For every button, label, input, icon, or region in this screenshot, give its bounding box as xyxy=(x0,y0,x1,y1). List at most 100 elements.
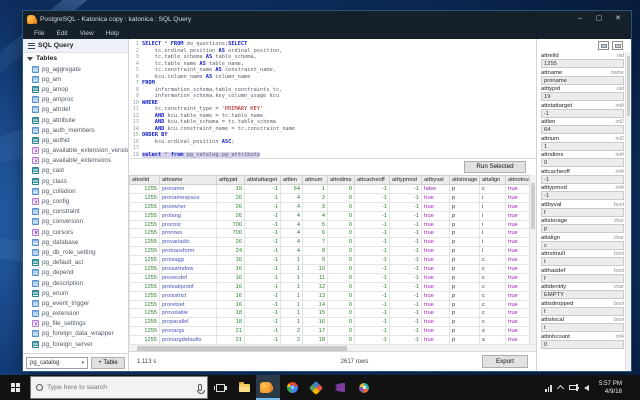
cell-attnum[interactable]: 6 xyxy=(302,228,328,239)
cell-attbyval[interactable]: true xyxy=(421,308,450,319)
cell-attstorage[interactable]: p xyxy=(449,264,480,274)
sidebar-item-pg_description[interactable]: pg_description xyxy=(32,278,128,288)
table-row[interactable]: 1255 proisstrict 16 -1 1 13 0 -1 -1 true p c true xyxy=(129,290,530,301)
results-grid[interactable]: attrelid attname atttypid attstattarget attl… xyxy=(129,175,530,344)
field-value-input[interactable]: 0 xyxy=(541,158,624,167)
cell-atttypmod[interactable]: -1 xyxy=(389,228,422,239)
cell-attcacheoff[interactable]: -1 xyxy=(354,308,390,319)
cell-attname[interactable]: proname xyxy=(159,184,217,194)
cell-atttypmod[interactable]: -1 xyxy=(389,184,422,194)
field-value-input[interactable]: proname xyxy=(541,75,624,85)
cell-atttypmod[interactable]: -1 xyxy=(389,255,422,266)
cell-attbyval[interactable]: true xyxy=(421,237,450,248)
cell-attrelid[interactable]: 1255 xyxy=(129,255,160,266)
cell-attrelid[interactable]: 1255 xyxy=(129,237,160,248)
cell-atttypid[interactable]: 700 xyxy=(216,219,245,230)
table-row[interactable]: 1255 proiswindow 16 -1 1 10 0 -1 -1 true p c true xyxy=(129,264,530,274)
paint-app-button[interactable] xyxy=(352,375,376,400)
sidebar-item-pg_attrdef[interactable]: pg_attrdef xyxy=(32,105,128,115)
cell-attndims[interactable]: 0 xyxy=(327,237,355,248)
field-value-input[interactable]: t xyxy=(541,323,624,332)
cell-attbyval[interactable]: true xyxy=(421,201,450,212)
start-button[interactable] xyxy=(0,375,30,400)
cell-atttypmod[interactable]: -1 xyxy=(389,308,422,319)
cell-attnotnull[interactable]: true xyxy=(505,228,530,239)
column-header-attalign[interactable]: attalign xyxy=(479,175,506,185)
cell-attalign[interactable]: i xyxy=(479,237,506,248)
table-row[interactable]: 1255 proretset 16 -1 1 14 0 -1 -1 true p c true xyxy=(129,299,530,310)
cell-attlen[interactable]: 4 xyxy=(280,228,303,239)
search-box[interactable] xyxy=(30,376,208,399)
cell-attlen[interactable]: 1 xyxy=(280,255,303,266)
cell-attnum[interactable]: 9 xyxy=(302,255,328,266)
sidebar-item-pg_depend[interactable]: pg_depend xyxy=(32,268,128,278)
visual-studio-button[interactable] xyxy=(328,375,352,400)
cell-attnum[interactable]: 4 xyxy=(302,210,328,221)
microphone-icon[interactable] xyxy=(197,384,206,394)
cell-attbyval[interactable]: false xyxy=(421,184,450,194)
cell-attlen[interactable]: 1 xyxy=(280,264,303,274)
field-value-input[interactable]: -1 xyxy=(541,191,624,200)
table-row[interactable]: 1255 pronargdefaults 21 -1 2 18 0 -1 -1 true p s tru… xyxy=(129,335,530,344)
cell-attnum[interactable]: 14 xyxy=(302,299,328,310)
cell-atttypid[interactable]: 26 xyxy=(216,201,245,212)
cell-atttypid[interactable]: 16 xyxy=(216,290,245,301)
cell-attndims[interactable]: 0 xyxy=(327,246,355,257)
cell-attnotnull[interactable]: true xyxy=(505,237,530,248)
cell-atttypmod[interactable]: -1 xyxy=(389,201,422,212)
table-row[interactable]: 1255 pronargs 21 -1 2 17 0 -1 -1 true p s true xyxy=(129,326,530,337)
cell-attstorage[interactable]: p xyxy=(449,317,480,328)
table-row[interactable]: 1255 proowner 26 -1 4 3 0 -1 -1 true p i true xyxy=(129,201,530,212)
cell-attndims[interactable]: 0 xyxy=(327,192,355,203)
cell-attname[interactable]: prolang xyxy=(159,210,217,221)
cell-attrelid[interactable]: 1255 xyxy=(129,308,160,319)
cell-attalign[interactable]: c xyxy=(479,317,506,328)
cell-attstorage[interactable]: p xyxy=(449,326,480,337)
cell-attstattarget[interactable]: -1 xyxy=(244,219,281,230)
cell-attcacheoff[interactable]: -1 xyxy=(354,192,390,203)
cell-atttypid[interactable]: 26 xyxy=(216,237,245,248)
cell-attndims[interactable]: 0 xyxy=(327,210,355,221)
sidebar-item-pg_default_acl[interactable]: pg_default_acl xyxy=(32,258,128,268)
cell-attlen[interactable]: 4 xyxy=(280,219,303,230)
cell-attbyval[interactable]: true xyxy=(421,326,450,337)
export-button[interactable]: Export xyxy=(482,355,528,368)
cell-attbyval[interactable]: true xyxy=(421,335,450,344)
cell-attstattarget[interactable]: -1 xyxy=(244,264,281,274)
cell-attstattarget[interactable]: -1 xyxy=(244,281,281,292)
cell-attname[interactable]: pronamespace xyxy=(159,192,217,203)
cell-attstorage[interactable]: p xyxy=(449,308,480,319)
cell-attstattarget[interactable]: -1 xyxy=(244,308,281,319)
field-value-input[interactable]: 0 xyxy=(541,339,624,349)
cell-attnotnull[interactable]: true xyxy=(505,326,530,337)
cell-attlen[interactable]: 4 xyxy=(280,237,303,248)
table-row[interactable]: 1255 proleakproof 16 -1 1 12 0 -1 -1 true p c true xyxy=(129,281,530,292)
sidebar-item-pg_auth_members[interactable]: pg_auth_members xyxy=(32,125,128,135)
table-row[interactable]: 1255 protransform 24 -1 4 8 0 -1 -1 true p i true xyxy=(129,246,530,257)
cell-attcacheoff[interactable]: -1 xyxy=(354,201,390,212)
cell-attalign[interactable]: s xyxy=(479,326,506,337)
menu-edit[interactable]: Edit xyxy=(51,30,72,37)
cell-attalign[interactable]: i xyxy=(479,246,506,257)
cell-attrelid[interactable]: 1255 xyxy=(129,201,160,212)
cell-attndims[interactable]: 0 xyxy=(327,281,355,292)
cell-attstattarget[interactable]: -1 xyxy=(244,335,281,344)
cell-atttypmod[interactable]: -1 xyxy=(389,335,422,344)
cell-attcacheoff[interactable]: -1 xyxy=(354,184,390,194)
cell-attlen[interactable]: 1 xyxy=(280,317,303,328)
column-header-attrelid[interactable]: attrelid xyxy=(129,175,160,185)
cell-atttypid[interactable]: 24 xyxy=(216,246,245,257)
sidebar-item-pg_config[interactable]: pg_config xyxy=(32,196,128,206)
menu-help[interactable]: Help xyxy=(101,30,124,37)
cell-attlen[interactable]: 4 xyxy=(280,192,303,203)
maximize-button[interactable]: ▢ xyxy=(590,12,608,26)
cell-attrelid[interactable]: 1255 xyxy=(129,219,160,230)
cell-attbyval[interactable]: true xyxy=(421,299,450,310)
hidden-icons-chevron[interactable] xyxy=(556,384,564,393)
cell-atttypid[interactable]: 21 xyxy=(216,335,245,344)
cell-atttypmod[interactable]: -1 xyxy=(389,326,422,337)
cell-attrelid[interactable]: 1255 xyxy=(129,281,160,292)
column-header-atttypid[interactable]: atttypid xyxy=(216,175,245,185)
cell-attrelid[interactable]: 1255 xyxy=(129,326,160,337)
sidebar-item-pg_authid[interactable]: pg_authid xyxy=(32,135,128,145)
